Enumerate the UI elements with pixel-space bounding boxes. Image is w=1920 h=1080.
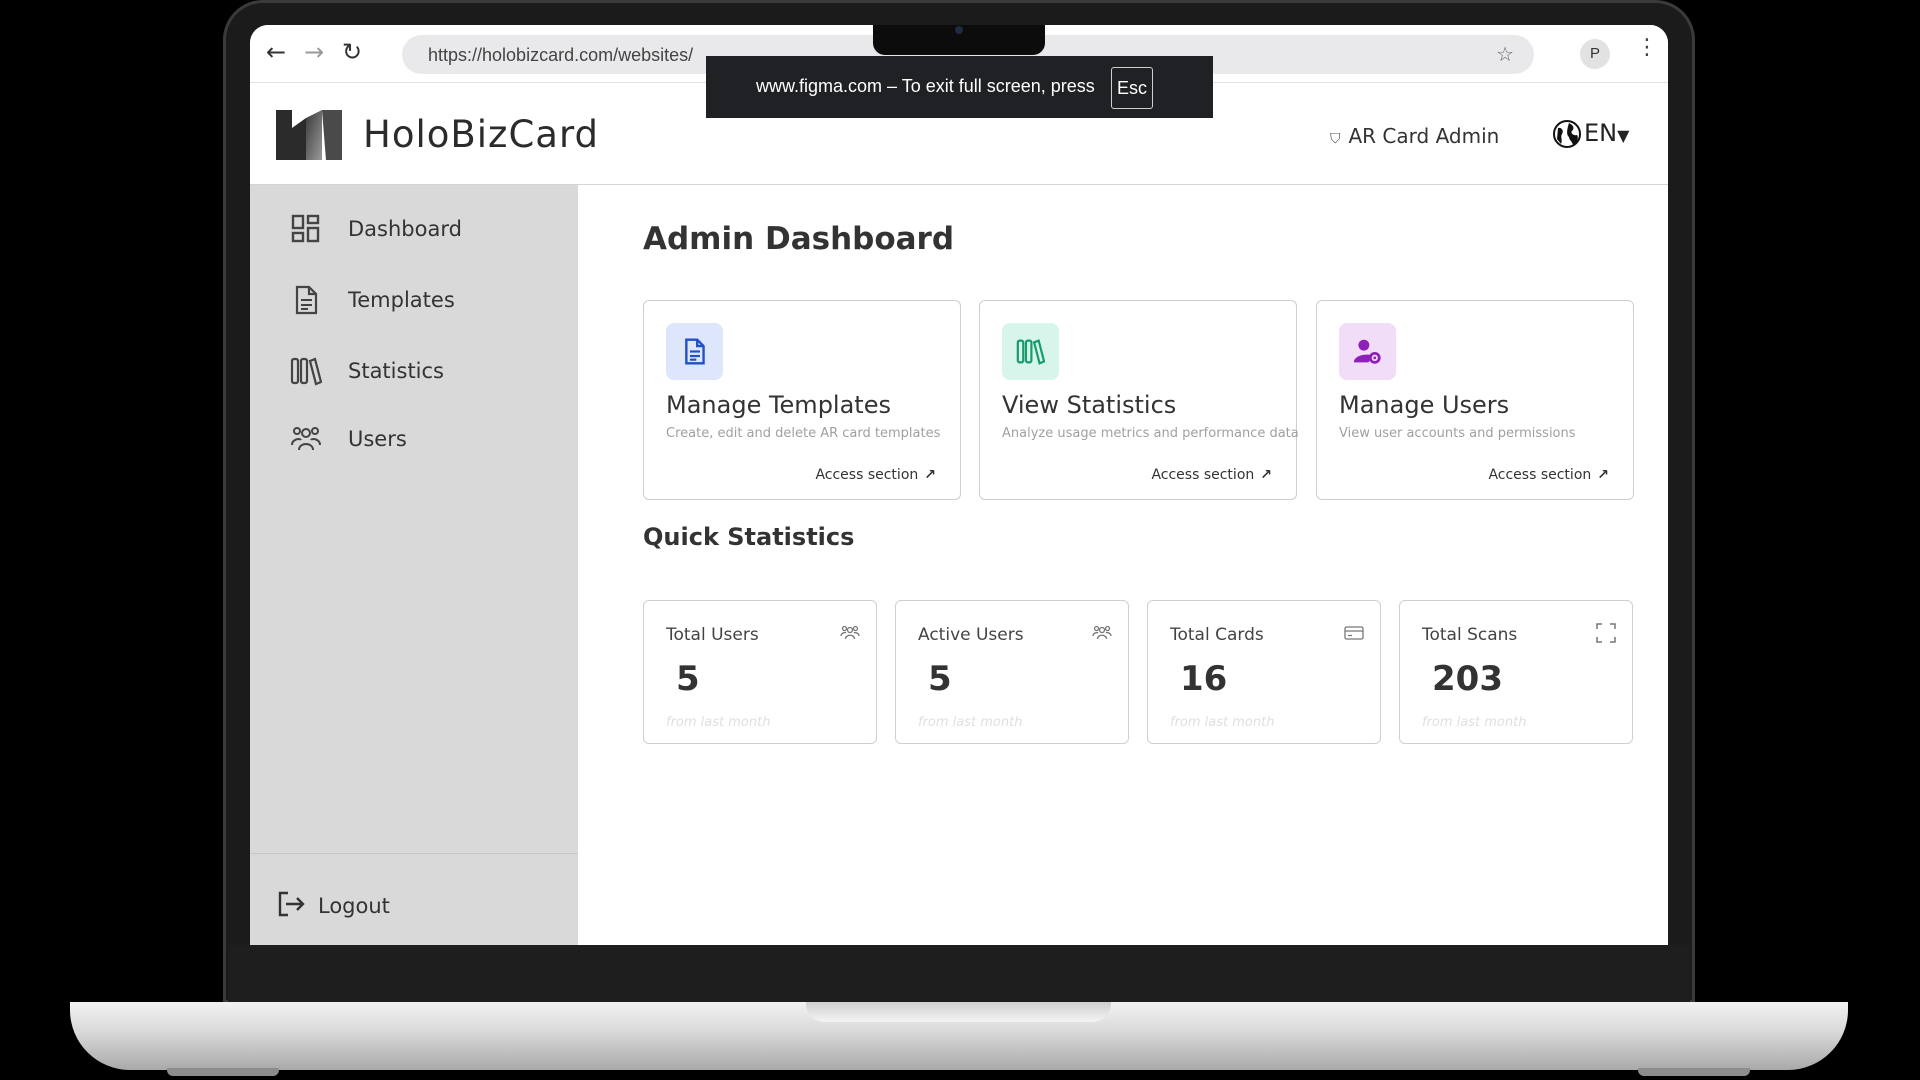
sidebar-item-label: Users: [348, 427, 407, 451]
access-section-link[interactable]: Access section ↗: [1151, 467, 1272, 483]
globe-icon: [1553, 120, 1581, 148]
stat-value: 5: [676, 659, 700, 699]
arrow-up-right-icon: ↗: [924, 467, 936, 483]
document-icon: [685, 338, 705, 365]
access-label: Access section: [815, 467, 919, 483]
scan-frame-icon: [1596, 623, 1616, 643]
access-section-link[interactable]: Access section ↗: [1488, 467, 1609, 483]
stat-label: Total Scans: [1422, 625, 1518, 645]
stat-subtext: from last month: [666, 715, 771, 730]
stat-label: Total Cards: [1170, 625, 1264, 645]
stat-value: 5: [928, 659, 952, 699]
access-section-link[interactable]: Access section ↗: [815, 467, 936, 483]
sidebar-divider: [250, 853, 578, 854]
arrow-up-right-icon: ↗: [1260, 467, 1272, 483]
camera-icon: [955, 26, 963, 34]
holobizcard-logo-icon: [276, 110, 342, 160]
stat-card-total-users: Total Users 5 from last month: [643, 600, 877, 744]
logout-label: Logout: [318, 894, 390, 918]
language-code: EN: [1584, 119, 1618, 147]
users-icon: [291, 427, 321, 451]
stat-subtext: from last month: [1170, 715, 1275, 730]
manage-users-card[interactable]: Manage Users View user accounts and perm…: [1316, 300, 1634, 500]
document-icon: [295, 285, 318, 315]
card-description: Create, edit and delete AR card template…: [666, 426, 941, 441]
stat-card-active-users: Active Users 5 from last month: [895, 600, 1129, 744]
stat-card-total-cards: Total Cards 16 from last month: [1147, 600, 1381, 744]
users-icon: [1092, 625, 1112, 640]
access-label: Access section: [1151, 467, 1255, 483]
stat-value: 203: [1432, 659, 1503, 699]
arrow-up-right-icon: ↗: [1597, 467, 1609, 483]
card-icon-box: [1339, 323, 1396, 380]
logout-icon: [278, 891, 305, 917]
bookmark-star-icon[interactable]: ☆: [1496, 42, 1514, 66]
card-icon-box: [666, 323, 723, 380]
browser-menu-icon[interactable]: ⋮: [1636, 35, 1658, 60]
stat-subtext: from last month: [1422, 715, 1527, 730]
caret-down-icon: ▼: [1617, 126, 1630, 145]
forward-arrow-icon[interactable]: →: [304, 38, 324, 66]
admin-label: AR Card Admin: [1348, 124, 1500, 148]
view-statistics-card[interactable]: View Statistics Analyze usage metrics an…: [979, 300, 1299, 500]
card-title: Manage Users: [1339, 391, 1510, 419]
fullscreen-message: www.figma.com – To exit full screen, pre…: [756, 76, 1095, 96]
sidebar-item-label: Statistics: [348, 359, 444, 383]
esc-key-badge: Esc: [1111, 67, 1153, 109]
fullscreen-notice: www.figma.com – To exit full screen, pre…: [706, 56, 1213, 118]
card-icon: [1344, 626, 1364, 640]
shield-icon: ⛉: [1330, 131, 1341, 147]
card-icon-box: [1002, 323, 1059, 380]
card-title: View Statistics: [1002, 391, 1177, 419]
dashboard-icon: [291, 214, 320, 243]
stat-label: Active Users: [918, 625, 1024, 645]
access-label: Access section: [1488, 467, 1592, 483]
library-icon: [1016, 339, 1045, 365]
laptop-foot-left: [167, 1068, 279, 1076]
main-content: Admin Dashboard Manage Templates Create,…: [578, 185, 1668, 945]
sidebar-item-label: Templates: [348, 288, 455, 312]
user-gear-icon: [1353, 339, 1381, 364]
brand-name[interactable]: HoloBizCard: [363, 113, 599, 156]
stat-value: 16: [1180, 659, 1228, 699]
stat-label: Total Users: [666, 625, 759, 645]
admin-badge: ⛉ AR Card Admin: [1330, 124, 1499, 148]
screen: ← → ↻ https://holobizcard.com/websites/ …: [250, 25, 1668, 945]
users-icon: [840, 625, 860, 640]
library-icon: [290, 357, 322, 386]
quick-statistics-title: Quick Statistics: [643, 523, 855, 551]
stat-subtext: from last month: [918, 715, 1023, 730]
reload-icon[interactable]: ↻: [342, 38, 362, 66]
card-description: View user accounts and permissions: [1339, 426, 1576, 441]
sidebar-item-label: Dashboard: [348, 217, 462, 241]
profile-avatar[interactable]: P: [1580, 39, 1610, 69]
language-selector[interactable]: EN▼: [1552, 119, 1629, 149]
stat-card-total-scans: Total Scans 203 from last month: [1399, 600, 1633, 744]
manage-templates-card[interactable]: Manage Templates Create, edit and delete…: [643, 300, 961, 500]
sidebar: Dashboard Templates Statistics Users Log…: [250, 185, 578, 945]
laptop-foot-right: [1638, 1068, 1750, 1076]
laptop-base-notch: [806, 1002, 1111, 1022]
url-text: https://holobizcard.com/websites/: [428, 45, 694, 65]
page-title: Admin Dashboard: [643, 221, 955, 257]
card-description: Analyze usage metrics and performance da…: [1002, 426, 1299, 441]
card-title: Manage Templates: [666, 391, 891, 419]
back-arrow-icon[interactable]: ←: [266, 38, 286, 66]
laptop-bezel: [228, 945, 1690, 1003]
